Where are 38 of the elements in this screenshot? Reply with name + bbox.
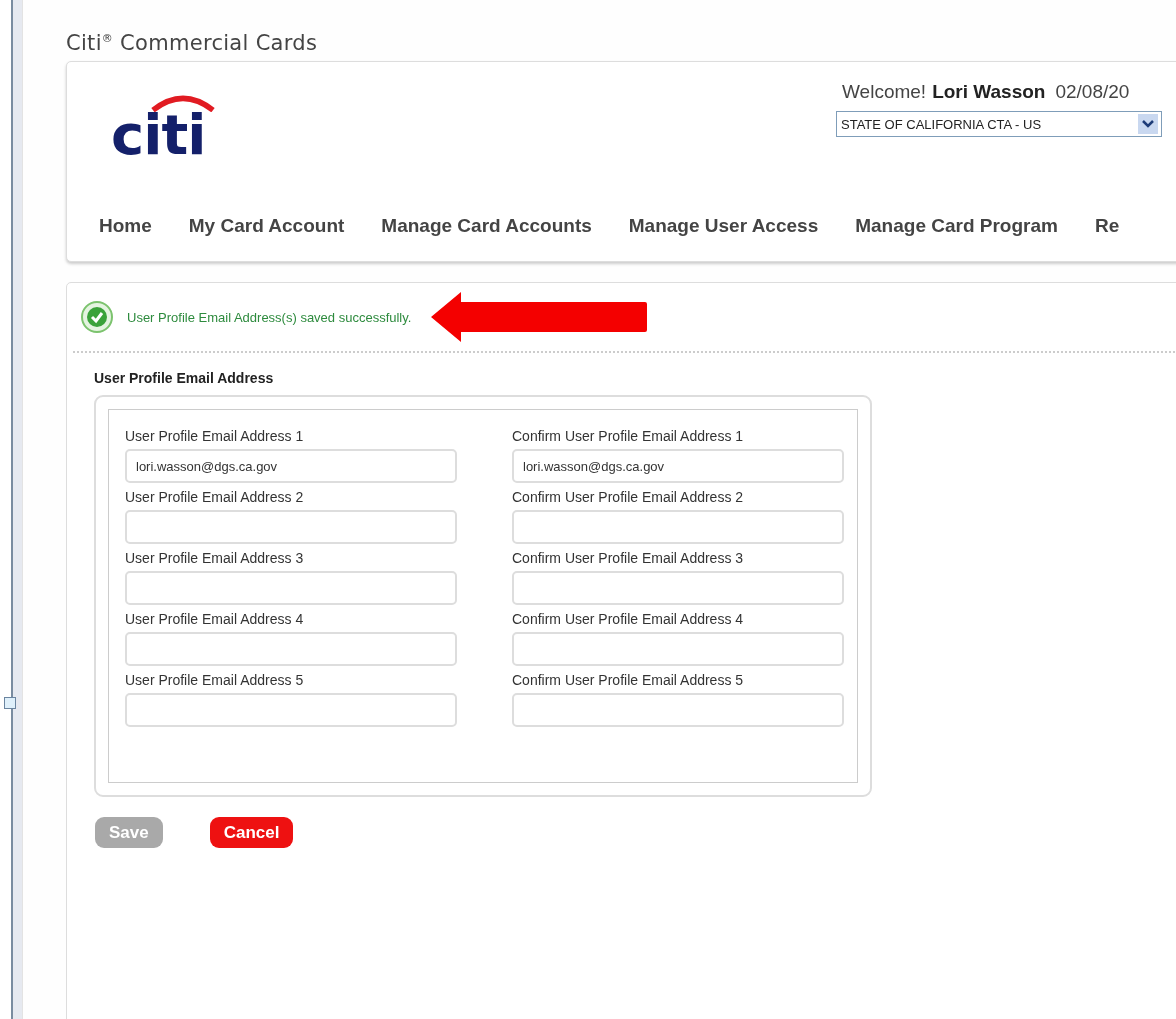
nav-link[interactable]: My Card Account <box>188 215 345 237</box>
page-title: Citi$^{®}$ Commercial Cards <box>66 31 319 57</box>
nav-link[interactable]: Manage Card Accounts <box>381 215 592 237</box>
field-label: Confirm User Profile Email Address 1 <box>512 428 745 446</box>
date-text: 02/08/20 <box>1055 81 1130 102</box>
nav-link[interactable]: Manage User Access <box>628 215 819 237</box>
logo-wordmark: citi <box>111 112 206 158</box>
email-field[interactable] <box>125 693 457 727</box>
email-field[interactable] <box>125 510 457 544</box>
user-name: Lori Wasson <box>932 81 1046 102</box>
field-label: Confirm User Profile Email Address 3 <box>512 550 745 568</box>
email-field[interactable]: lori.wasson@dgs.ca.gov <box>125 449 457 483</box>
confirm-email-field[interactable] <box>512 632 844 666</box>
email-field[interactable] <box>125 571 457 605</box>
splitter-handle[interactable] <box>4 697 16 709</box>
confirm-email-field[interactable] <box>512 571 844 605</box>
caret-icon <box>1138 114 1158 134</box>
field-label: User Profile Email Address 5 <box>125 672 305 690</box>
field-label: User Profile Email Address 3 <box>125 550 305 568</box>
field-label: Confirm User Profile Email Address 2 <box>512 489 745 507</box>
confirm-email-field[interactable] <box>512 693 844 727</box>
nav-link[interactable]: Home <box>99 215 152 237</box>
email-field[interactable] <box>125 632 457 666</box>
confirm-email-field[interactable]: lori.wasson@dgs.ca.gov <box>512 449 844 483</box>
field-label: User Profile Email Address 2 <box>125 489 305 507</box>
cancel-button[interactable]: Cancel <box>209 817 294 848</box>
confirm-email-field[interactable] <box>512 510 844 544</box>
field-label: User Profile Email Address 1 <box>125 428 305 446</box>
field-label: Confirm User Profile Email Address 5 <box>512 672 745 690</box>
nav-link[interactable]: Manage Card Program <box>855 215 1058 237</box>
section-title: User Profile Email Address <box>94 370 275 386</box>
check-circle-icon <box>81 301 113 333</box>
account-select[interactable]: STATE OF CALIFORNIA CTA - US <box>836 111 1162 137</box>
success-message: User Profile Email Address(s) saved successfully. <box>127 309 412 325</box>
field-label: User Profile Email Address 4 <box>125 611 305 629</box>
nav-link[interactable]: Re <box>1094 215 1120 237</box>
field-label: Confirm User Profile Email Address 4 <box>512 611 745 629</box>
welcome-text: Welcome! <box>842 81 927 102</box>
